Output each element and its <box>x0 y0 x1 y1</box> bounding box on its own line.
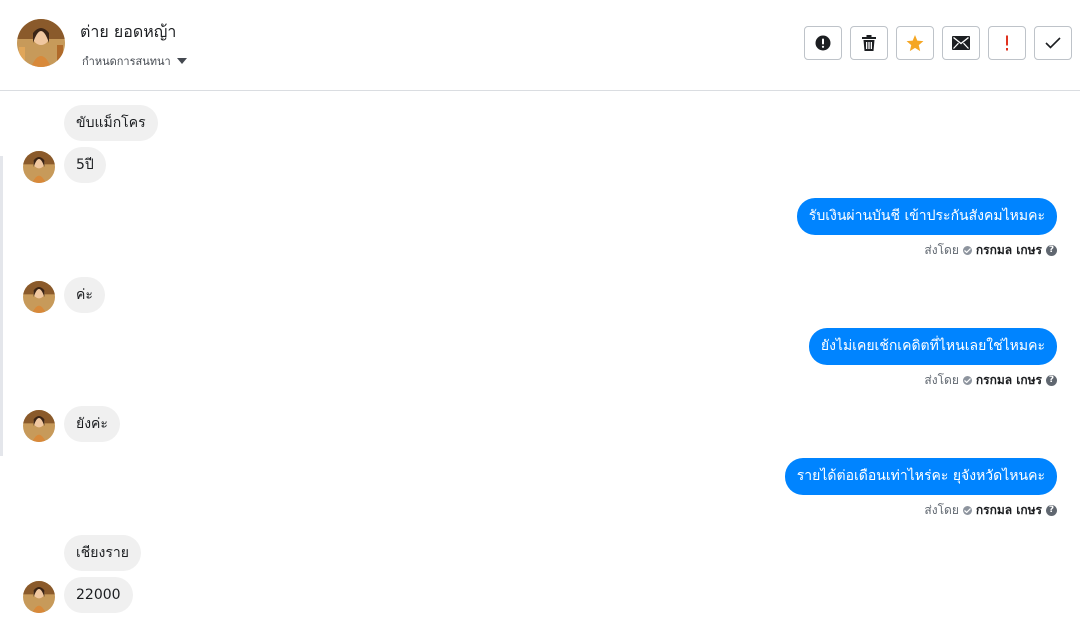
exclamation-icon <box>1004 35 1010 51</box>
sent-by-label: ส่งโดย <box>924 373 959 387</box>
sent-check-icon <box>962 376 972 385</box>
scroll-edge <box>0 156 3 456</box>
sent-by-label: ส่งโดย <box>924 503 959 517</box>
contact-avatar-small <box>23 281 55 313</box>
message-outgoing[interactable]: รายได้ต่อเดือนเท่าไหร่คะ ยุจังหวัดไหนคะ <box>784 458 1057 495</box>
help-icon[interactable]: ? <box>1046 375 1057 386</box>
message-incoming[interactable]: เชียงราย <box>64 535 141 571</box>
star-icon <box>906 34 924 52</box>
sender-name[interactable]: กรกมล เกษร <box>976 241 1042 260</box>
delete-button[interactable] <box>850 26 888 60</box>
sender-name[interactable]: กรกมล เกษร <box>976 371 1042 390</box>
caret-down-icon <box>176 58 187 64</box>
message-incoming[interactable]: 22000 <box>64 577 133 613</box>
conversation-schedule-label: กำหนดการสนทนา <box>82 55 171 68</box>
message-incoming[interactable]: 5ปี <box>64 147 106 183</box>
envelope-icon <box>952 36 970 50</box>
sender-name[interactable]: กรกมล เกษร <box>976 501 1042 520</box>
contact-avatar-small <box>23 581 55 613</box>
conversation-schedule-dropdown[interactable]: กำหนดการสนทนา <box>82 52 187 70</box>
message-incoming[interactable]: ขับแม็กโคร <box>64 105 158 141</box>
message-outgoing[interactable]: รับเงินผ่านบันชี เข้าประกันสังคมไหมคะ <box>796 198 1057 235</box>
contact-avatar-small <box>23 410 55 442</box>
sent-by-info: ส่งโดย กรกมล เกษร ? <box>924 371 1057 390</box>
alert-circle-icon <box>815 35 831 51</box>
sent-by-info: ส่งโดย กรกมล เกษร ? <box>924 501 1057 520</box>
help-icon[interactable]: ? <box>1046 245 1057 256</box>
mark-important-button[interactable] <box>988 26 1026 60</box>
trash-icon <box>862 35 876 51</box>
mark-unread-button[interactable] <box>942 26 980 60</box>
sent-check-icon <box>962 506 972 515</box>
conversation-actions <box>804 26 1072 60</box>
star-button[interactable] <box>896 26 934 60</box>
sent-by-label: ส่งโดย <box>924 243 959 257</box>
contact-avatar[interactable] <box>17 19 65 67</box>
conversation-header: ต่าย ยอดหญ้า กำหนดการสนทนา <box>0 0 1080 91</box>
contact-name: ต่าย ยอดหญ้า <box>80 22 177 41</box>
messenger-conversation: ต่าย ยอดหญ้า กำหนดการสนทนา ขับแม็กโคร 5ป… <box>0 0 1080 628</box>
sent-by-info: ส่งโดย กรกมล เกษร ? <box>924 241 1057 260</box>
report-spam-button[interactable] <box>804 26 842 60</box>
contact-avatar-small <box>23 151 55 183</box>
help-icon[interactable]: ? <box>1046 505 1057 516</box>
check-icon <box>1045 37 1061 49</box>
message-incoming[interactable]: ค่ะ <box>64 277 105 313</box>
mark-done-button[interactable] <box>1034 26 1072 60</box>
message-incoming[interactable]: ยังค่ะ <box>64 406 120 442</box>
sent-check-icon <box>962 246 972 255</box>
message-outgoing[interactable]: ยังไม่เคยเช้กเคดิตที่ไหนเลยใช่ไหมคะ <box>808 328 1057 365</box>
